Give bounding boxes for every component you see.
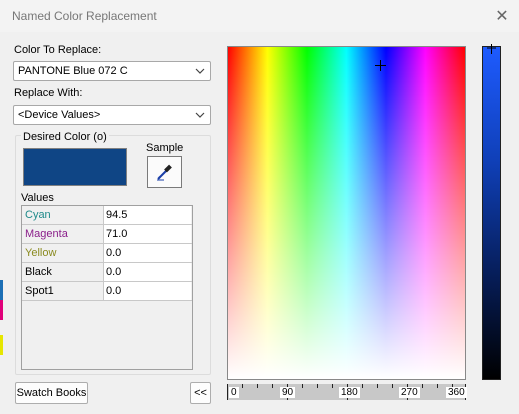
- replace-with-value: <Device Values>: [18, 109, 101, 121]
- table-row: Spot1 0.0: [22, 282, 192, 301]
- eyedropper-icon: [156, 164, 172, 181]
- yellow-value-field[interactable]: 0.0: [103, 244, 191, 263]
- replace-with-dropdown[interactable]: <Device Values>: [13, 105, 211, 125]
- table-row: Cyan 94.5: [22, 206, 192, 225]
- crosshair-icon: [375, 60, 386, 71]
- background-edge: [0, 280, 3, 300]
- background-edge: [0, 300, 3, 320]
- value-name: Black: [25, 266, 52, 278]
- value-text: 0.0: [106, 285, 122, 297]
- swatch-books-button[interactable]: Swatch Books: [15, 382, 88, 404]
- values-table: Cyan 94.5 Magenta 71.0 Yellow 0.0 Black …: [21, 205, 193, 370]
- table-row: Black 0.0: [22, 263, 192, 282]
- magenta-value-field[interactable]: 71.0: [103, 225, 191, 244]
- replace-with-label: Replace With:: [14, 87, 83, 99]
- hue-tick-label: 270: [399, 387, 420, 398]
- collapse-button[interactable]: <<: [190, 382, 211, 404]
- hue-saturation-picker[interactable]: [227, 46, 466, 380]
- hue-tick-label: 180: [339, 387, 360, 398]
- hue-tick-label: 0: [229, 387, 239, 398]
- cyan-value-field[interactable]: 94.5: [103, 206, 191, 225]
- table-row: Yellow 0.0: [22, 244, 192, 263]
- hue-tick-label: 90: [280, 387, 296, 398]
- value-text: 71.0: [106, 228, 128, 240]
- value-text: 94.5: [106, 209, 128, 221]
- hue-tick-label: 360: [446, 387, 467, 398]
- black-value-field[interactable]: 0.0: [103, 263, 191, 282]
- value-name: Magenta: [25, 228, 68, 240]
- chevron-down-icon: [195, 112, 205, 118]
- luminance-slider[interactable]: [482, 46, 501, 380]
- value-name: Spot1: [25, 285, 54, 297]
- values-label: Values: [21, 192, 54, 204]
- window-title: Named Color Replacement: [12, 9, 157, 23]
- color-to-replace-value: PANTONE Blue 072 C: [18, 65, 128, 77]
- background-edge: [0, 335, 3, 355]
- sample-eyedropper-button[interactable]: [147, 156, 182, 188]
- luminance-marker-icon: [487, 44, 496, 54]
- title-bar: Named Color Replacement ✕: [0, 0, 519, 32]
- desired-color-label: Desired Color (o): [21, 131, 109, 143]
- value-text: 0.0: [106, 266, 122, 278]
- color-to-replace-dropdown[interactable]: PANTONE Blue 072 C: [13, 61, 211, 81]
- color-to-replace-label: Color To Replace:: [14, 44, 102, 56]
- desired-color-swatch[interactable]: [23, 148, 127, 186]
- table-row: Magenta 71.0: [22, 225, 192, 244]
- close-icon: ✕: [495, 8, 509, 25]
- value-name: Yellow: [25, 247, 57, 259]
- sample-label: Sample: [146, 142, 184, 154]
- value-text: 0.0: [106, 247, 122, 259]
- close-button[interactable]: ✕: [491, 6, 513, 26]
- value-name: Cyan: [25, 209, 51, 221]
- chevron-down-icon: [195, 68, 205, 74]
- hue-ruler: 0 90 180 270 360: [227, 384, 467, 400]
- spot1-value-field[interactable]: 0.0: [103, 282, 191, 301]
